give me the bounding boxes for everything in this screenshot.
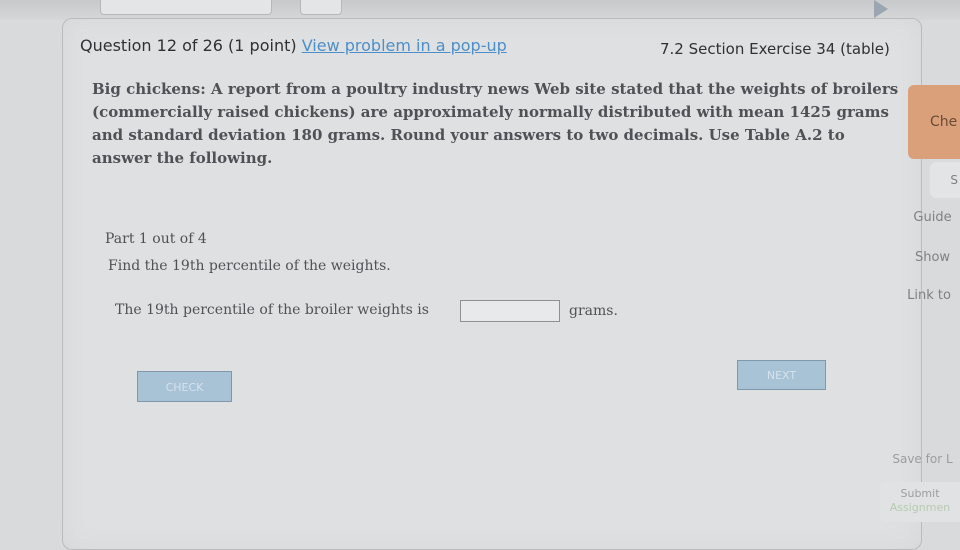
problem-line: and standard deviation 180 grams. Round … <box>92 126 845 144</box>
problem-line: (commercially raised chickens) are appro… <box>92 103 889 121</box>
sidebar-check-button[interactable]: Che <box>908 85 960 159</box>
submit-assignment-button[interactable]: Submit Assignmen <box>880 482 960 522</box>
problem-line: Big chickens: A report from a poultry in… <box>92 80 899 98</box>
answer-input[interactable] <box>460 300 560 322</box>
toolbar-button[interactable] <box>300 0 342 15</box>
answer-prompt: The 19th percentile of the broiler weigh… <box>115 302 429 318</box>
guided-solution-button[interactable]: Guide <box>905 210 960 225</box>
part-title: Part 1 out of 4 <box>105 231 207 247</box>
part-task: Find the 19th percentile of the weights. <box>108 258 391 274</box>
next-button[interactable]: NEXT <box>737 360 826 390</box>
show-answer-button[interactable]: Show <box>905 250 960 265</box>
sidebar-s-button[interactable]: S <box>930 162 960 198</box>
popup-link[interactable]: View problem in a pop-up <box>302 36 507 55</box>
submit-label: Submit <box>900 487 940 500</box>
save-for-later-button[interactable]: Save for L <box>885 452 960 466</box>
answer-unit: grams. <box>569 303 618 319</box>
check-button[interactable]: CHECK <box>137 371 232 402</box>
problem-statement: Big chickens: A report from a poultry in… <box>92 78 899 170</box>
question-header: Question 12 of 26 (1 point) View problem… <box>80 36 507 55</box>
section-label: 7.2 Section Exercise 34 (table) <box>660 40 890 58</box>
forward-arrow-icon[interactable] <box>874 0 888 18</box>
link-to-text-button[interactable]: Link to <box>898 288 960 303</box>
question-number: Question 12 of 26 (1 point) <box>80 36 297 55</box>
assignment-label: Assignmen <box>889 501 951 514</box>
toolbar-button[interactable] <box>100 0 272 15</box>
problem-line: answer the following. <box>92 149 273 167</box>
